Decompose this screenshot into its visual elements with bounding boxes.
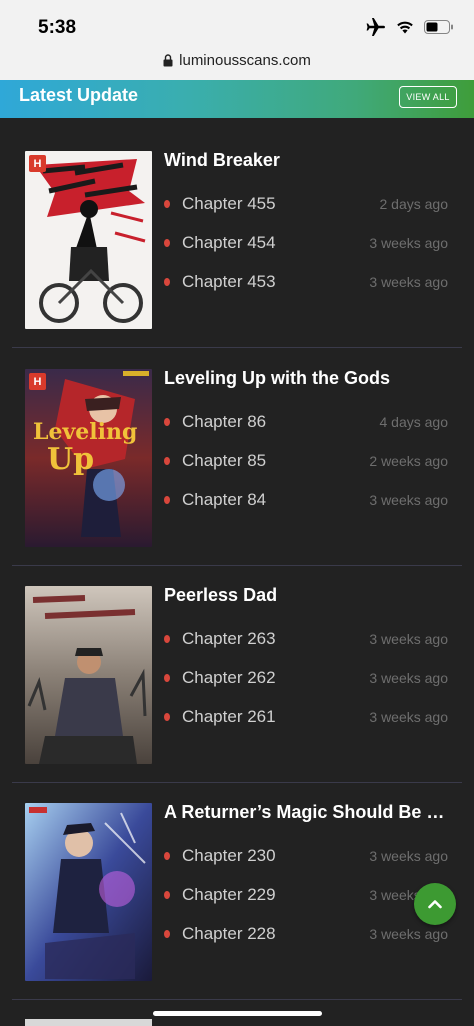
series-cover[interactable]: H <box>25 151 152 329</box>
chapter-link[interactable]: Chapter 229 3 weeks ago <box>164 884 454 906</box>
bullet-icon <box>164 278 170 286</box>
chapter-label: Chapter 455 <box>182 194 276 213</box>
chapter-time: 2 days ago <box>379 196 449 212</box>
series-cover[interactable]: Leveling Up H <box>25 369 152 547</box>
chapter-link[interactable]: Chapter 230 3 weeks ago <box>164 845 454 867</box>
series-title[interactable]: Leveling Up with the Gods <box>164 368 454 389</box>
url-text: luminousscans.com <box>179 51 311 69</box>
chapter-link[interactable]: Chapter 84 3 weeks ago <box>164 489 454 511</box>
chapter-link[interactable]: Chapter 262 3 weeks ago <box>164 667 454 689</box>
chapter-label: Chapter 261 <box>182 707 276 726</box>
chapter-link[interactable]: Chapter 86 4 days ago <box>164 411 454 433</box>
status-icons <box>366 18 454 36</box>
bullet-icon <box>164 200 170 208</box>
chevron-up-icon <box>428 900 442 909</box>
bullet-icon <box>164 713 170 721</box>
view-all-button[interactable]: VIEW ALL <box>399 86 457 108</box>
chapter-label: Chapter 85 <box>182 451 267 470</box>
chapter-time: 3 weeks ago <box>369 709 448 725</box>
chapter-link[interactable]: Chapter 228 3 weeks ago <box>164 923 454 945</box>
svg-text:Up: Up <box>47 442 94 477</box>
chapter-time: 3 weeks ago <box>369 492 448 508</box>
series-card: H Wind Breaker Chapter 455 2 days ago Ch… <box>12 131 462 348</box>
scroll-to-top-button[interactable] <box>414 883 456 925</box>
cover-art: Leveling Up <box>25 369 152 547</box>
bullet-icon <box>164 852 170 860</box>
bullet-icon <box>164 496 170 504</box>
chapter-time: 4 days ago <box>379 414 449 430</box>
series-title[interactable]: Wind Breaker <box>164 150 454 171</box>
cover-art <box>25 586 152 764</box>
lock-icon <box>163 53 173 66</box>
hot-badge: H <box>29 373 46 390</box>
chapter-time: 3 weeks ago <box>369 926 448 942</box>
bullet-icon <box>164 239 170 247</box>
wifi-icon <box>397 21 413 34</box>
battery-icon <box>424 20 453 34</box>
chapter-link[interactable]: Chapter 261 3 weeks ago <box>164 706 454 728</box>
series-card: A Returner’s Magic Should Be Special Cha… <box>12 783 462 1000</box>
hot-badge: H <box>29 155 46 172</box>
chapter-label: Chapter 453 <box>182 272 276 291</box>
chapter-time: 3 weeks ago <box>369 235 448 251</box>
chapter-time: 3 weeks ago <box>369 631 448 647</box>
section-title: Latest Update <box>19 85 139 105</box>
url-bar[interactable]: luminousscans.com <box>0 50 474 70</box>
series-cover[interactable] <box>25 803 152 981</box>
chapter-label: Chapter 263 <box>182 629 276 648</box>
chapter-time: 2 weeks ago <box>369 453 448 469</box>
chapter-label: Chapter 262 <box>182 668 276 687</box>
series-cover[interactable] <box>25 586 152 764</box>
latest-update-header: Latest Update VIEW ALL <box>0 80 474 118</box>
series-title[interactable]: Peerless Dad <box>164 585 454 606</box>
chapter-time: 3 weeks ago <box>369 848 448 864</box>
chapter-link[interactable]: Chapter 263 3 weeks ago <box>164 628 454 650</box>
cover-art <box>25 803 152 981</box>
next-series-cover[interactable] <box>25 1019 152 1026</box>
series-card: Leveling Up H Leveling Up with the Gods … <box>12 349 462 566</box>
status-time: 5:38 <box>38 17 77 38</box>
bullet-icon <box>164 674 170 682</box>
chapter-link[interactable]: Chapter 455 2 days ago <box>164 193 454 215</box>
chapter-label: Chapter 229 <box>182 885 276 904</box>
bullet-icon <box>164 891 170 899</box>
series-card: Peerless Dad Chapter 263 3 weeks ago Cha… <box>12 566 462 783</box>
series-title[interactable]: A Returner’s Magic Should Be Special <box>164 802 454 823</box>
chapter-label: Chapter 454 <box>182 233 276 252</box>
chapter-time: 3 weeks ago <box>369 274 448 290</box>
chapter-link[interactable]: Chapter 453 3 weeks ago <box>164 271 454 293</box>
browser-chrome: 5:38 luminousscans.com <box>0 0 474 80</box>
bullet-icon <box>164 635 170 643</box>
chapter-time: 3 weeks ago <box>369 670 448 686</box>
airplane-icon <box>366 18 385 36</box>
chapter-label: Chapter 230 <box>182 846 276 865</box>
chapter-link[interactable]: Chapter 454 3 weeks ago <box>164 232 454 254</box>
chapter-label: Chapter 84 <box>182 490 267 509</box>
chapter-link[interactable]: Chapter 85 2 weeks ago <box>164 450 454 472</box>
chapter-label: Chapter 86 <box>182 412 267 431</box>
cover-art <box>25 151 152 329</box>
home-indicator[interactable] <box>153 1011 322 1016</box>
bullet-icon <box>164 457 170 465</box>
bullet-icon <box>164 930 170 938</box>
bullet-icon <box>164 418 170 426</box>
chapter-label: Chapter 228 <box>182 924 276 943</box>
